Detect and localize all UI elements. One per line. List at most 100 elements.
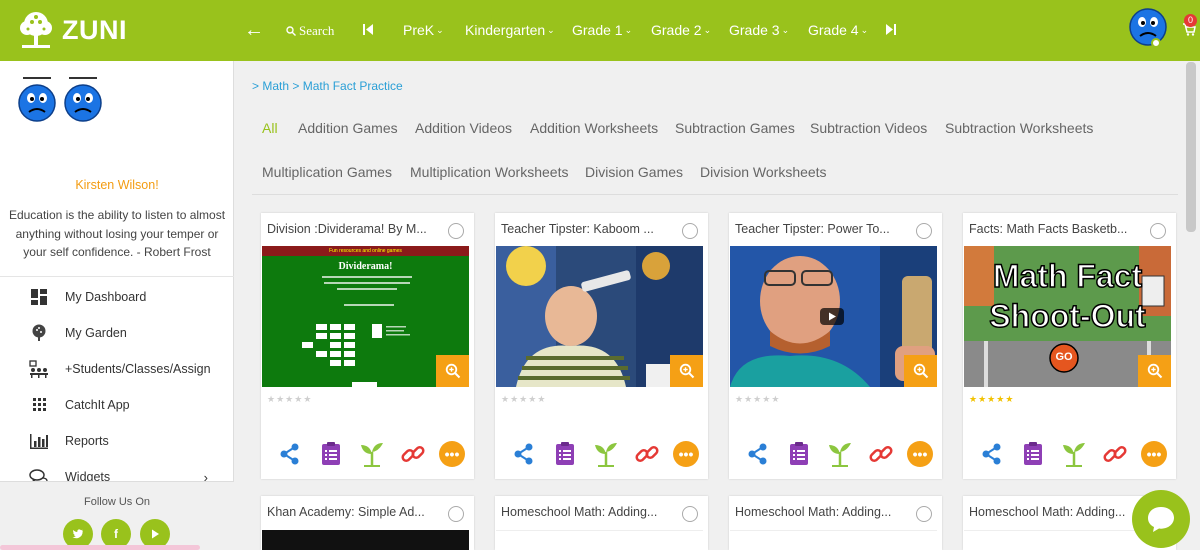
star-icon[interactable]: ★: [537, 394, 546, 404]
search-link[interactable]: Search: [286, 23, 334, 39]
nav-grade-4[interactable]: Grade 4 ⌄: [808, 22, 868, 38]
nav-prek[interactable]: PreK ⌄: [403, 22, 444, 38]
star-rating[interactable]: ★★★★★: [735, 394, 780, 405]
star-icon[interactable]: ★: [969, 394, 978, 404]
star-rating[interactable]: ★★★★★: [267, 394, 312, 405]
card-thumbnail[interactable]: [730, 530, 937, 550]
select-radio[interactable]: [916, 223, 932, 239]
star-rating[interactable]: ★★★★★: [969, 394, 1014, 405]
star-icon[interactable]: ★: [735, 394, 744, 404]
star-icon[interactable]: ★: [762, 394, 771, 404]
clipboard-icon[interactable]: [316, 439, 346, 469]
star-icon[interactable]: ★: [510, 394, 519, 404]
plant-sprout-icon[interactable]: [591, 439, 621, 469]
back-arrow-icon[interactable]: ←: [244, 19, 264, 42]
go-button[interactable]: GO: [1054, 351, 1074, 363]
menu-my-dashboard[interactable]: My Dashboard: [28, 286, 218, 308]
clipboard-icon[interactable]: [784, 439, 814, 469]
tab-subtraction-games[interactable]: Subtraction Games: [675, 120, 795, 136]
student-avatar[interactable]: [17, 77, 57, 123]
card-thumbnail[interactable]: [496, 246, 703, 387]
zoom-button[interactable]: [1138, 355, 1171, 387]
select-radio[interactable]: [682, 506, 698, 522]
star-icon[interactable]: ★: [753, 394, 762, 404]
select-radio[interactable]: [448, 223, 464, 239]
resource-card[interactable]: Teacher Tipster: Kaboom ... ★★★★★ •••: [495, 213, 708, 479]
resource-card[interactable]: Division :Dividerama! By M... Fun resour…: [261, 213, 474, 479]
tab-all[interactable]: All: [262, 120, 278, 136]
link-icon[interactable]: [866, 439, 896, 469]
nav-grade-3[interactable]: Grade 3 ⌄: [729, 22, 789, 38]
star-rating[interactable]: ★★★★★: [501, 394, 546, 405]
menu-my-garden[interactable]: My Garden: [28, 322, 218, 344]
nav-kindergarten[interactable]: Kindergarten ⌄: [465, 22, 555, 38]
select-radio[interactable]: [682, 223, 698, 239]
zoom-button[interactable]: [436, 355, 469, 387]
tab-addition-games[interactable]: Addition Games: [298, 120, 398, 136]
more-options-icon[interactable]: •••: [1141, 441, 1167, 467]
nav-grade-2[interactable]: Grade 2 ⌄: [651, 22, 711, 38]
select-radio[interactable]: [916, 506, 932, 522]
menu-reports[interactable]: Reports: [28, 430, 218, 452]
tab-division-worksheets[interactable]: Division Worksheets: [700, 164, 827, 180]
zoom-button[interactable]: [670, 355, 703, 387]
link-icon[interactable]: [398, 439, 428, 469]
clipboard-icon[interactable]: [550, 439, 580, 469]
tab-multiplication-games[interactable]: Multiplication Games: [262, 164, 392, 180]
tab-addition-videos[interactable]: Addition Videos: [415, 120, 512, 136]
star-icon[interactable]: ★: [303, 394, 312, 404]
share-icon[interactable]: [977, 439, 1007, 469]
star-icon[interactable]: ★: [285, 394, 294, 404]
card-thumbnail[interactable]: Math Fact Shoot-Out GO: [964, 246, 1171, 387]
star-icon[interactable]: ★: [996, 394, 1005, 404]
tab-addition-worksheets[interactable]: Addition Worksheets: [530, 120, 658, 136]
resource-card[interactable]: Khan Academy: Simple Ad...: [261, 496, 474, 550]
zuni-logo[interactable]: ZUNI: [14, 10, 154, 50]
tab-subtraction-videos[interactable]: Subtraction Videos: [810, 120, 927, 136]
scrollbar[interactable]: [1186, 62, 1196, 232]
star-icon[interactable]: ★: [744, 394, 753, 404]
card-thumbnail[interactable]: [262, 530, 469, 550]
breadcrumb[interactable]: > Math > Math Fact Practice: [252, 79, 403, 93]
star-icon[interactable]: ★: [519, 394, 528, 404]
tab-multiplication-worksheets[interactable]: Multiplication Worksheets: [410, 164, 568, 180]
student-avatar[interactable]: [63, 77, 103, 123]
card-thumbnail[interactable]: [496, 530, 703, 550]
share-icon[interactable]: [275, 439, 305, 469]
skip-next-icon[interactable]: [885, 23, 897, 36]
card-thumbnail[interactable]: Fun resources and online games Divideram…: [262, 246, 469, 387]
zoom-button[interactable]: [904, 355, 937, 387]
nav-grade-1[interactable]: Grade 1 ⌄: [572, 22, 632, 38]
star-icon[interactable]: ★: [267, 394, 276, 404]
star-icon[interactable]: ★: [501, 394, 510, 404]
menu-students-classes-assign[interactable]: +Students/Classes/Assign: [28, 358, 218, 380]
star-icon[interactable]: ★: [276, 394, 285, 404]
user-avatar[interactable]: [1128, 7, 1168, 47]
more-options-icon[interactable]: •••: [907, 441, 933, 467]
link-icon[interactable]: [1100, 439, 1130, 469]
star-icon[interactable]: ★: [1005, 394, 1014, 404]
star-icon[interactable]: ★: [294, 394, 303, 404]
resource-card[interactable]: Teacher Tipster: Power To... ★★★★★ •••: [729, 213, 942, 479]
skip-previous-icon[interactable]: [362, 23, 374, 36]
tab-division-games[interactable]: Division Games: [585, 164, 683, 180]
more-options-icon[interactable]: •••: [439, 441, 465, 467]
share-icon[interactable]: [509, 439, 539, 469]
plant-sprout-icon[interactable]: [1059, 439, 1089, 469]
resource-card[interactable]: Homeschool Math: Adding...: [495, 496, 708, 550]
tab-subtraction-worksheets[interactable]: Subtraction Worksheets: [945, 120, 1093, 136]
more-options-icon[interactable]: •••: [673, 441, 699, 467]
star-icon[interactable]: ★: [771, 394, 780, 404]
star-icon[interactable]: ★: [978, 394, 987, 404]
menu-catchit-app[interactable]: CatchIt App: [28, 394, 218, 416]
link-icon[interactable]: [632, 439, 662, 469]
select-radio[interactable]: [448, 506, 464, 522]
share-icon[interactable]: [743, 439, 773, 469]
star-icon[interactable]: ★: [528, 394, 537, 404]
star-icon[interactable]: ★: [987, 394, 996, 404]
select-radio[interactable]: [1150, 223, 1166, 239]
plant-sprout-icon[interactable]: [357, 439, 387, 469]
plant-sprout-icon[interactable]: [825, 439, 855, 469]
resource-card[interactable]: Facts: Math Facts Basketb... Math Fact S…: [963, 213, 1176, 479]
resource-card[interactable]: Homeschool Math: Adding...: [729, 496, 942, 550]
